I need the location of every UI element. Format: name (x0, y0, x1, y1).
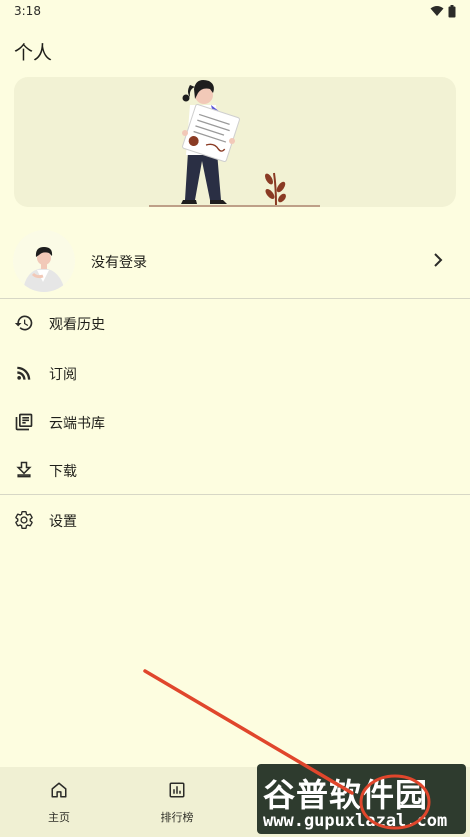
battery-icon (448, 4, 456, 17)
login-status-label: 没有登录 (91, 255, 147, 271)
menu-item-downloads[interactable]: 下载 (0, 447, 470, 493)
download-icon (16, 461, 32, 478)
menu-label-history: 观看历史 (49, 317, 105, 333)
menu-label-cloud-library: 云端书库 (49, 416, 105, 432)
menu-label-subscriptions: 订阅 (49, 367, 77, 383)
menu-label-downloads: 下载 (49, 464, 77, 480)
rss-icon (17, 366, 31, 380)
status-time: 3:18 (14, 4, 41, 18)
avatar (13, 230, 75, 292)
home-icon (51, 782, 67, 798)
watermark-circle (359, 774, 431, 830)
login-row[interactable]: 没有登录 (0, 226, 470, 298)
page-title: 个人 (14, 42, 53, 64)
chart-icon (169, 782, 185, 798)
avatar-illustration (23, 247, 65, 292)
history-icon (14, 315, 33, 331)
menu-item-settings[interactable]: 设置 (0, 497, 470, 543)
menu-item-subscriptions[interactable]: 订阅 (0, 350, 470, 396)
library-icon (15, 413, 33, 431)
divider (0, 494, 470, 495)
menu-item-cloud-library[interactable]: 云端书库 (0, 399, 470, 445)
nav-item-home[interactable]: 主页 (0, 767, 118, 837)
menu-item-history[interactable]: 观看历史 (0, 300, 470, 346)
wifi-icon (430, 6, 444, 16)
nav-item-ranking[interactable]: 排行榜 (118, 767, 236, 837)
woman-holding-document-illustration (149, 80, 320, 207)
divider (0, 298, 470, 299)
gear-icon (15, 511, 33, 529)
nav-label-home: 主页 (48, 811, 70, 824)
nav-label-ranking: 排行榜 (160, 811, 194, 824)
chevron-right-icon (434, 253, 443, 267)
hero-illustration (14, 77, 456, 207)
watermark-logo: 谷普软件园 www.gupuxlazal.com (257, 764, 466, 834)
menu-label-settings: 设置 (49, 514, 77, 530)
status-bar: 3:18 (0, 0, 470, 22)
status-icons (430, 4, 456, 18)
